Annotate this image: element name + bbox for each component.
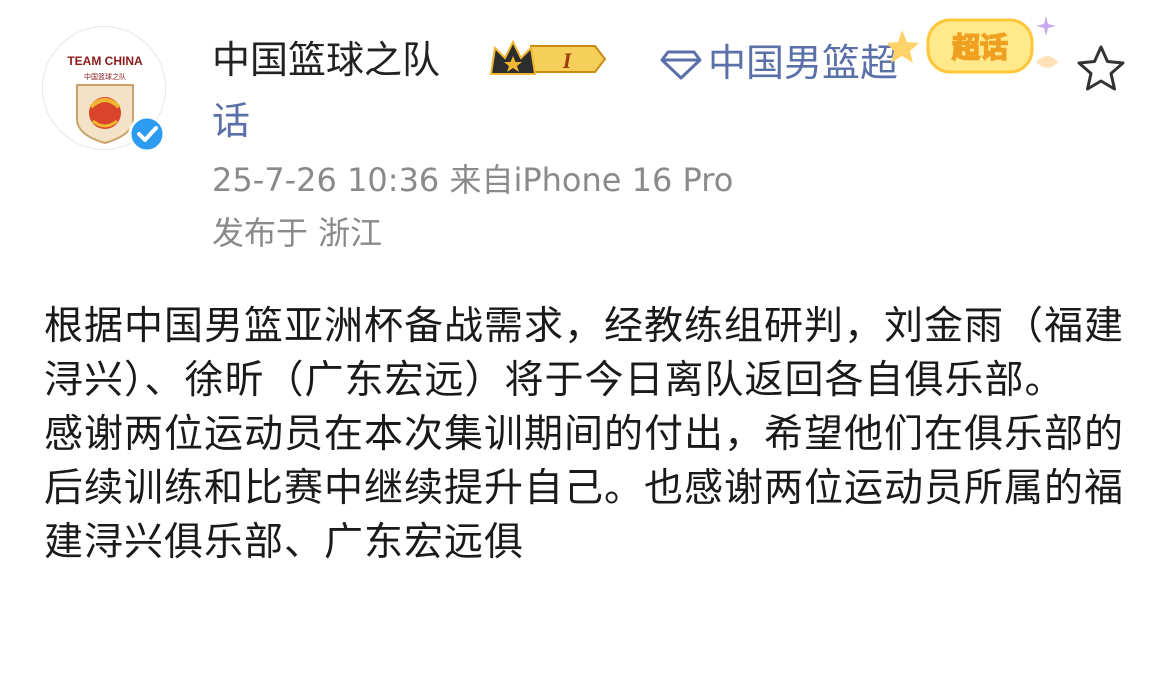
post-time-source: 25-7-26 10:36 来自iPhone 16 Pro — [212, 161, 734, 199]
star-icon[interactable] — [1074, 42, 1128, 96]
avatar-subtext: 中国篮球之队 — [84, 72, 126, 81]
supertopic-link[interactable]: 中国男篮超话 — [212, 34, 902, 150]
post-content: 根据中国男篮亚洲杯备战需求，经教练组研判，刘金雨（福建浔兴）、徐昕（广东宏远）将… — [44, 300, 1134, 570]
sticker-label: 超话 — [952, 31, 1008, 64]
supertopic-name[interactable]: 中国男篮超话 — [212, 41, 898, 143]
verified-check-icon — [128, 115, 166, 153]
post-header: TEAM CHINA 中国篮球之队 中国篮球之队 I 中国男篮超话 超话 25-… — [0, 0, 1170, 270]
diamond-icon — [660, 50, 702, 80]
content-paragraph: 根据中国男篮亚洲杯备战需求，经教练组研判，刘金雨（福建浔兴）、徐昕（广东宏远）将… — [44, 304, 1125, 403]
avatar-text: TEAM CHINA — [67, 54, 143, 68]
content-paragraph: 感谢两位运动员在本次集训期间的付出，希望他们在俱乐部的后续训练和比赛中继续提升自… — [44, 412, 1125, 565]
post-location: 发布于 浙江 — [212, 214, 383, 252]
supertopic-sticker[interactable]: 超话 — [888, 10, 1078, 90]
